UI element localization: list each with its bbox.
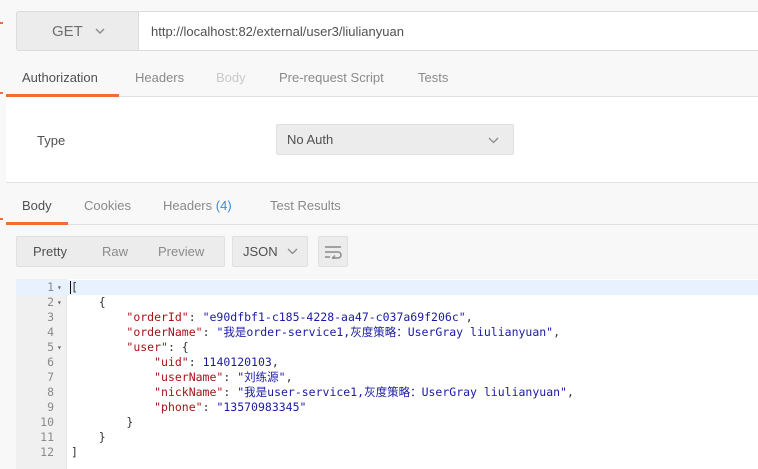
line-number: 6 <box>47 355 54 369</box>
code-line: 12] <box>16 445 758 460</box>
active-tab-underline <box>6 222 68 225</box>
url-text: http://localhost:82/external/user3/liuli… <box>151 23 404 39</box>
code-text: } <box>71 415 134 429</box>
code-text: ] <box>71 445 78 459</box>
code-line: 1 ▾ [ <box>16 280 758 295</box>
line-number: 8 <box>47 385 54 399</box>
fold-toggle-icon[interactable]: ▾ <box>57 295 62 310</box>
wrap-lines-button[interactable] <box>318 236 348 267</box>
line-number: 4 <box>47 325 54 339</box>
headers-count: (4) <box>215 198 232 213</box>
line-number: 5 <box>47 340 54 354</box>
accent-strip <box>0 92 3 94</box>
method-label: GET <box>52 22 83 40</box>
text-cursor <box>70 281 71 294</box>
chevron-down-icon <box>488 137 499 144</box>
line-number: 1 <box>47 280 54 294</box>
line-number: 11 <box>40 430 54 444</box>
code-line: 3 "orderId": "e90dfbf1-c185-4228-aa47-c0… <box>16 310 758 325</box>
tab-cookies[interactable]: Cookies <box>84 190 131 223</box>
code-line: 7 "userName": "刘练源", <box>16 370 758 385</box>
code-line: 4 "orderName": "我是order-service1,灰度策略：Us… <box>16 325 758 340</box>
method-select[interactable]: GET <box>16 11 138 51</box>
code-line: 10 } <box>16 415 758 430</box>
response-code-viewer[interactable]: 1 ▾[2 ▾ {3 "orderId": "e90dfbf1-c185-4228-… <box>16 279 758 469</box>
code-line: 2 ▾ { <box>16 295 758 310</box>
accent-strip <box>0 218 3 220</box>
view-mode-group: Pretty Raw Preview <box>16 236 225 267</box>
auth-type-select[interactable]: No Auth <box>276 124 514 155</box>
fold-toggle-icon[interactable]: ▾ <box>57 340 62 355</box>
tab-response-body[interactable]: Body <box>22 190 52 223</box>
line-number: 9 <box>47 400 54 414</box>
wrap-lines-icon <box>325 245 342 259</box>
line-number: 3 <box>47 310 54 324</box>
auth-type-value: No Auth <box>287 132 334 147</box>
line-number: 12 <box>40 445 54 459</box>
line-number: 7 <box>47 370 54 384</box>
pretty-button[interactable]: Pretty <box>33 237 67 266</box>
code-text: [ <box>71 280 78 294</box>
code-text: "uid": 1140120103, <box>154 355 279 369</box>
line-number: 10 <box>40 415 54 429</box>
code-line: 9 "phone": "13570983345" <box>16 400 758 415</box>
auth-type-label: Type <box>37 133 66 148</box>
request-tabs: Authorization Headers Body Pre-request S… <box>6 62 758 97</box>
code-line: 8 "nickName": "我是user-service1,灰度策略：User… <box>16 385 758 400</box>
fold-toggle-icon[interactable]: ▾ <box>57 280 62 295</box>
code-text: "phone": "13570983345" <box>154 400 307 414</box>
code-text: } <box>71 430 106 444</box>
code-text: "orderName": "我是order-service1,灰度策略：User… <box>126 325 561 339</box>
raw-button[interactable]: Raw <box>102 237 128 266</box>
url-input[interactable]: http://localhost:82/external/user3/liuli… <box>138 11 758 51</box>
tab-tests[interactable]: Tests <box>418 62 448 95</box>
format-select[interactable]: JSON <box>232 236 308 267</box>
tab-response-headers[interactable]: Headers (4) <box>163 190 232 223</box>
code-text: "orderId": "e90dfbf1-c185-4228-aa47-c037… <box>126 310 473 324</box>
code-text: { <box>71 295 106 309</box>
code-text: "userName": "刘练源", <box>154 370 293 384</box>
tab-pre-request-script[interactable]: Pre-request Script <box>279 62 384 95</box>
tab-authorization[interactable]: Authorization <box>22 62 98 95</box>
code-line: 11 } <box>16 430 758 445</box>
chevron-down-icon <box>287 248 298 255</box>
tab-headers[interactable]: Headers <box>135 62 184 95</box>
accent-strip <box>0 22 3 24</box>
code-text: "user": { <box>126 340 189 354</box>
code-line: 5 ▾ "user": { <box>16 340 758 355</box>
line-number: 2 <box>47 295 54 309</box>
code-line: 6 "uid": 1140120103, <box>16 355 758 370</box>
chevron-down-icon <box>95 28 105 34</box>
tab-test-results[interactable]: Test Results <box>270 190 341 223</box>
preview-button[interactable]: Preview <box>158 237 204 266</box>
response-tabs: Body Cookies Headers (4) Test Results <box>6 190 758 225</box>
code-text: "nickName": "我是user-service1,灰度策略：UserGr… <box>154 385 574 399</box>
format-value: JSON <box>243 244 278 259</box>
tab-body[interactable]: Body <box>216 62 246 95</box>
